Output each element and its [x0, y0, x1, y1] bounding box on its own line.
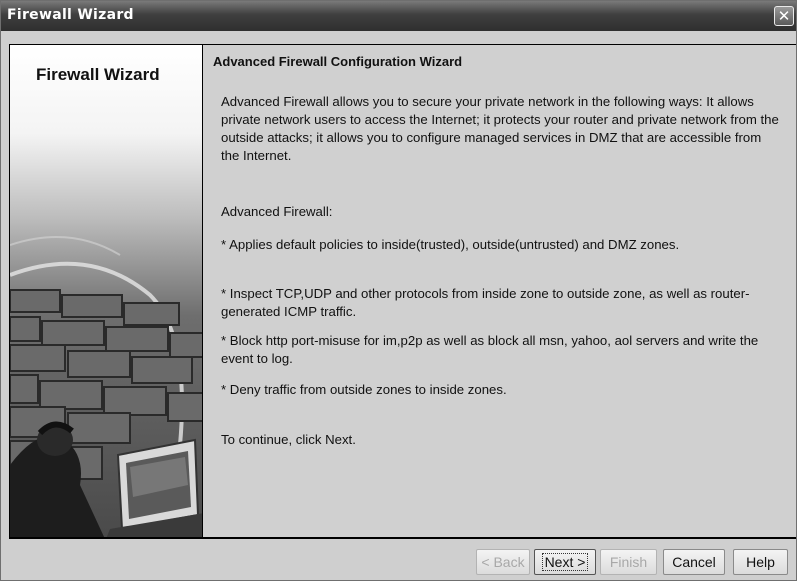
- wizard-content: Advanced Firewall Configuration Wizard A…: [203, 44, 796, 538]
- feature-item: * Block http port-misuse for im,p2p as w…: [221, 333, 759, 366]
- finish-button[interactable]: Finish: [600, 549, 657, 575]
- help-button-label: Help: [746, 554, 775, 570]
- finish-button-label: Finish: [609, 554, 648, 570]
- page-title: Advanced Firewall Configuration Wizard: [213, 54, 463, 69]
- continue-instruction: To continue, click Next.: [221, 432, 356, 447]
- wizard-side-panel: Firewall Wizard: [9, 44, 203, 538]
- side-panel-title: Firewall Wizard: [36, 65, 160, 84]
- close-icon[interactable]: ✕: [774, 6, 794, 26]
- intro-text: Advanced Firewall allows you to secure y…: [221, 94, 779, 163]
- help-button[interactable]: Help: [733, 549, 788, 575]
- next-button-label: Next >: [541, 553, 589, 571]
- firewall-wizard-window: Firewall Wizard ✕ Firewall Wizard Advanc…: [0, 0, 797, 581]
- back-button[interactable]: < Back: [476, 549, 530, 575]
- wizard-illustration: [10, 236, 202, 537]
- title-bar[interactable]: Firewall Wizard ✕: [1, 1, 796, 31]
- back-button-label: < Back: [481, 554, 525, 570]
- feature-item: * Applies default policies to inside(tru…: [221, 237, 680, 252]
- next-button[interactable]: Next >: [534, 549, 596, 575]
- cancel-button[interactable]: Cancel: [663, 549, 725, 575]
- feature-item: * Deny traffic from outside zones to ins…: [221, 382, 507, 397]
- features-label: Advanced Firewall:: [221, 204, 333, 219]
- window-title: Firewall Wizard: [7, 7, 134, 23]
- footer-divider: [9, 538, 796, 539]
- cancel-button-label: Cancel: [672, 554, 716, 570]
- feature-item: * Inspect TCP,UDP and other protocols fr…: [221, 286, 750, 319]
